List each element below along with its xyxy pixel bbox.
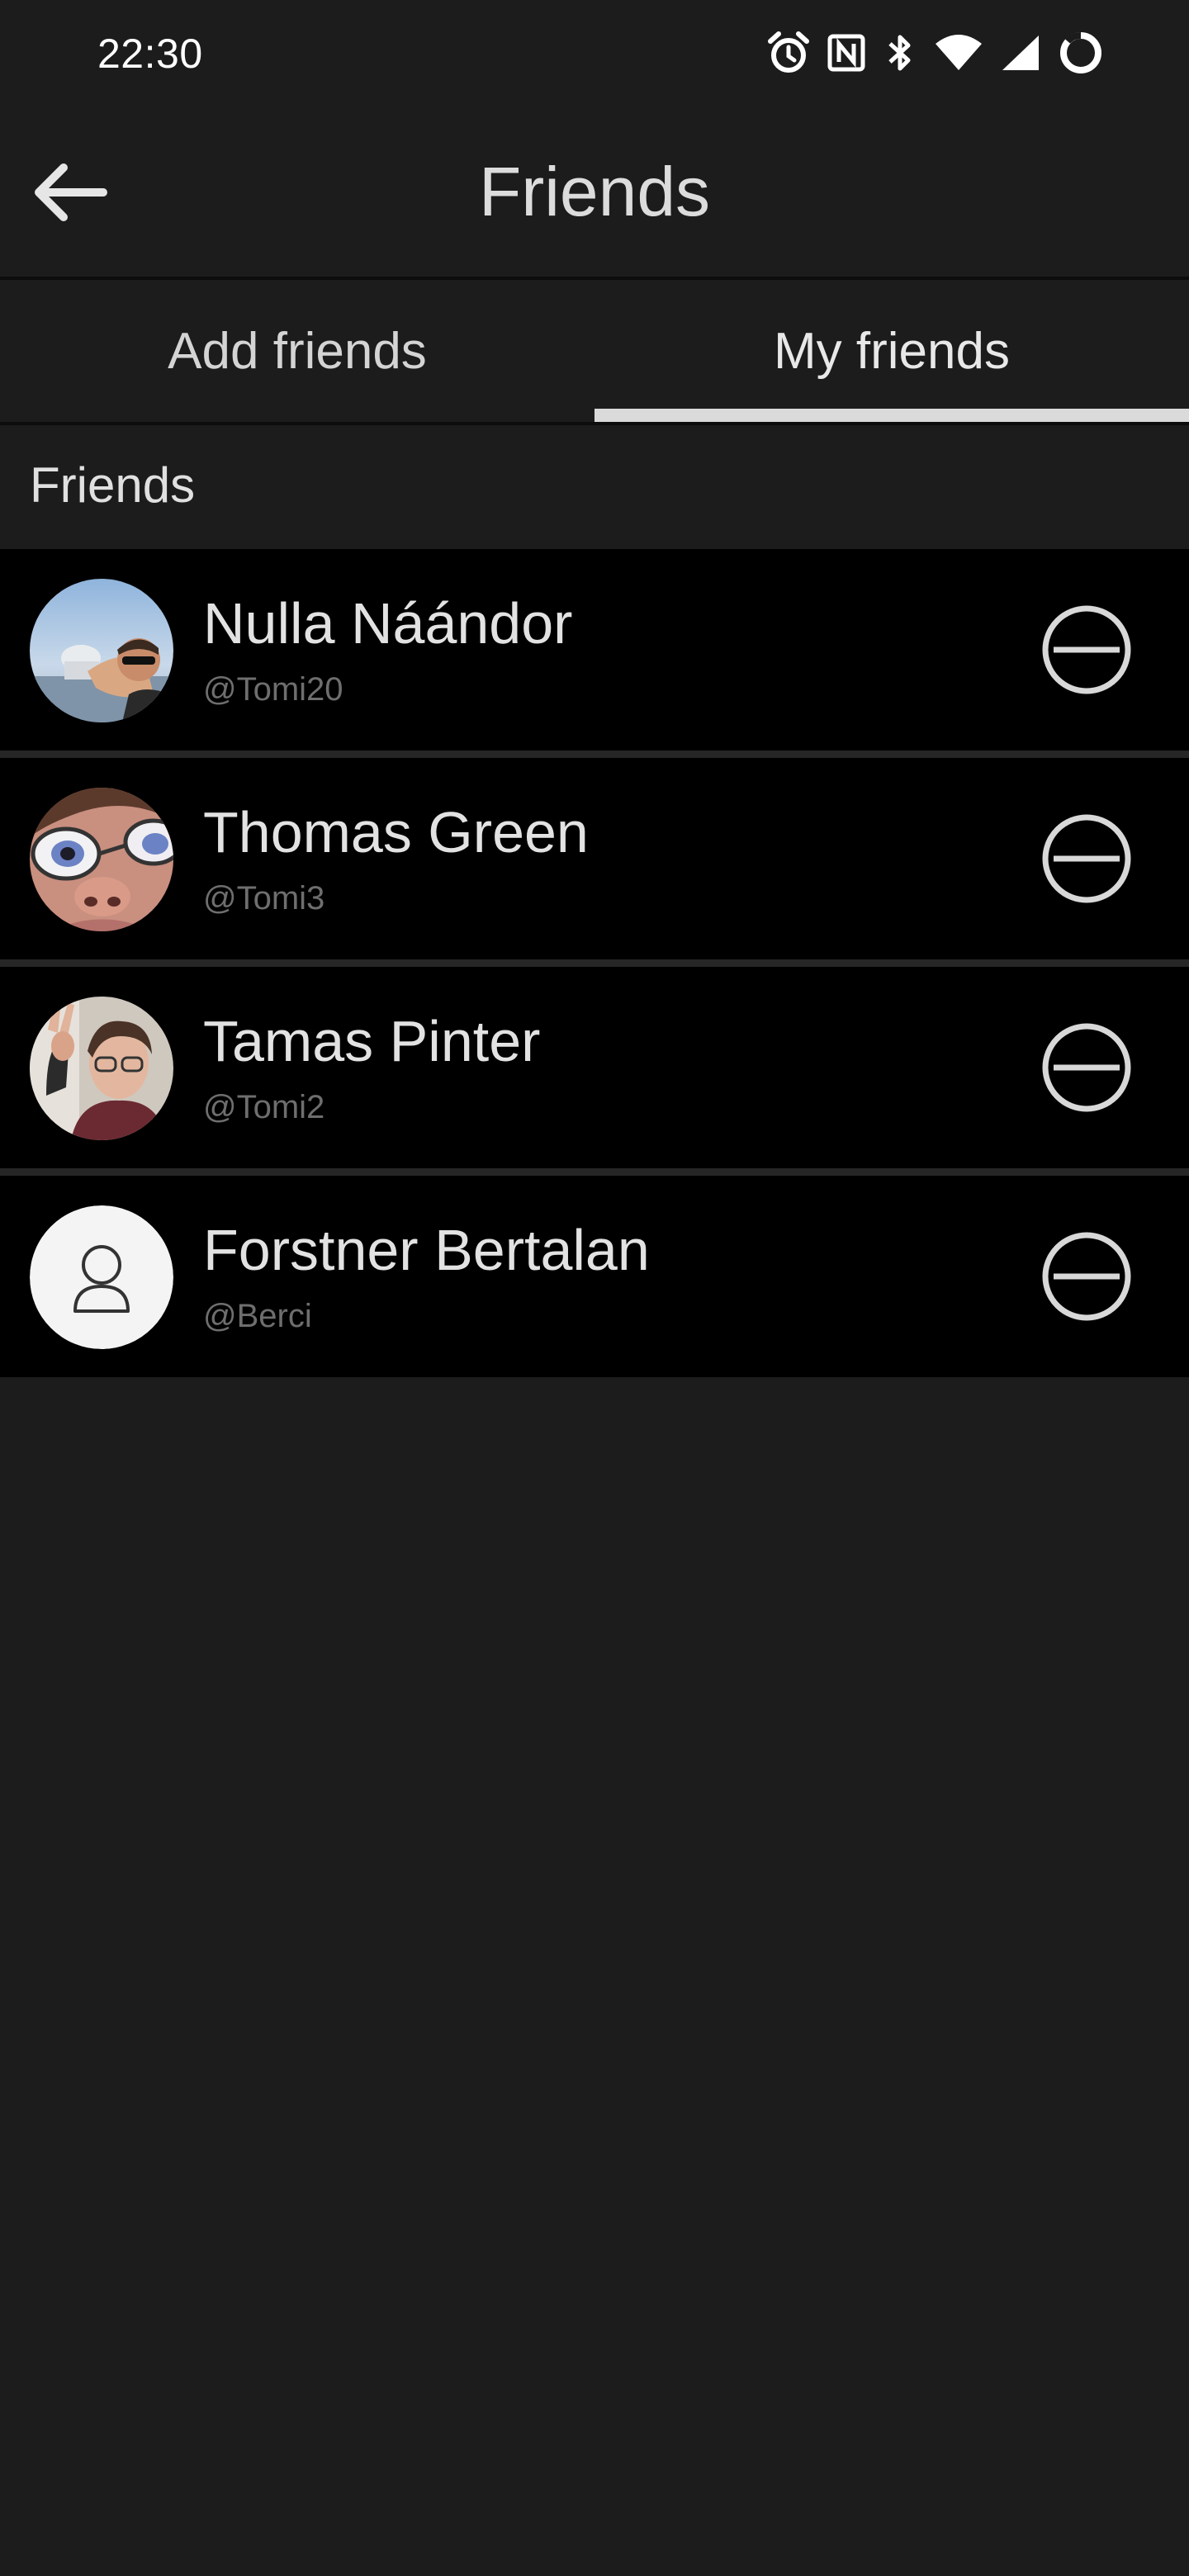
remove-friend-button[interactable] (1040, 604, 1133, 696)
tab-label: Add friends (168, 322, 427, 380)
page-title: Friends (478, 153, 711, 230)
status-time: 22:30 (97, 31, 203, 77)
friend-name: Tamas Pinter (203, 1009, 541, 1073)
status-bar: 22:30 (0, 0, 1189, 107)
nfc-icon (827, 34, 865, 72)
tab-active-indicator (594, 409, 1189, 422)
app-bar: Friends (0, 107, 1189, 280)
friend-handle: @Tomi20 (203, 671, 343, 708)
friend-name: Nulla Náándor (203, 591, 573, 656)
avatar (30, 788, 173, 931)
avatar (30, 579, 173, 722)
minus-circle-icon (1040, 1021, 1133, 1114)
friend-name: Thomas Green (203, 800, 589, 864)
wifi-icon (935, 34, 983, 72)
friend-name: Forstner Bertalan (203, 1218, 650, 1282)
section-header: Friends (0, 425, 1189, 549)
friend-list: Nulla Náándor @Tomi20 Thomas Green @Tomi… (0, 549, 1189, 1377)
friend-row[interactable]: Nulla Náándor @Tomi20 (0, 549, 1189, 758)
section-title: Friends (30, 457, 196, 513)
minus-circle-icon (1040, 812, 1133, 905)
avatar (30, 1205, 173, 1349)
minus-circle-icon (1040, 1230, 1133, 1323)
tab-label: My friends (774, 322, 1010, 380)
remove-friend-button[interactable] (1040, 812, 1133, 905)
bluetooth-icon (883, 32, 917, 73)
tab-bar: Add friends My friends (0, 280, 1189, 425)
friend-row[interactable]: Tamas Pinter @Tomi2 (0, 967, 1189, 1176)
friend-handle: @Berci (203, 1298, 312, 1334)
minus-circle-icon (1040, 604, 1133, 696)
cell-signal-icon (1001, 34, 1040, 72)
status-icons (768, 30, 1103, 76)
friend-row[interactable]: Thomas Green @Tomi3 (0, 758, 1189, 967)
friend-handle: @Tomi3 (203, 880, 325, 916)
battery-icon (1059, 31, 1103, 75)
friend-row[interactable]: Forstner Bertalan @Berci (0, 1176, 1189, 1377)
remove-friend-button[interactable] (1040, 1021, 1133, 1114)
remove-friend-button[interactable] (1040, 1230, 1133, 1323)
friend-handle: @Tomi2 (203, 1089, 325, 1125)
tab-add-friends[interactable]: Add friends (0, 280, 594, 422)
alarm-icon (768, 31, 809, 74)
avatar (30, 997, 173, 1140)
tab-my-friends[interactable]: My friends (594, 280, 1189, 422)
